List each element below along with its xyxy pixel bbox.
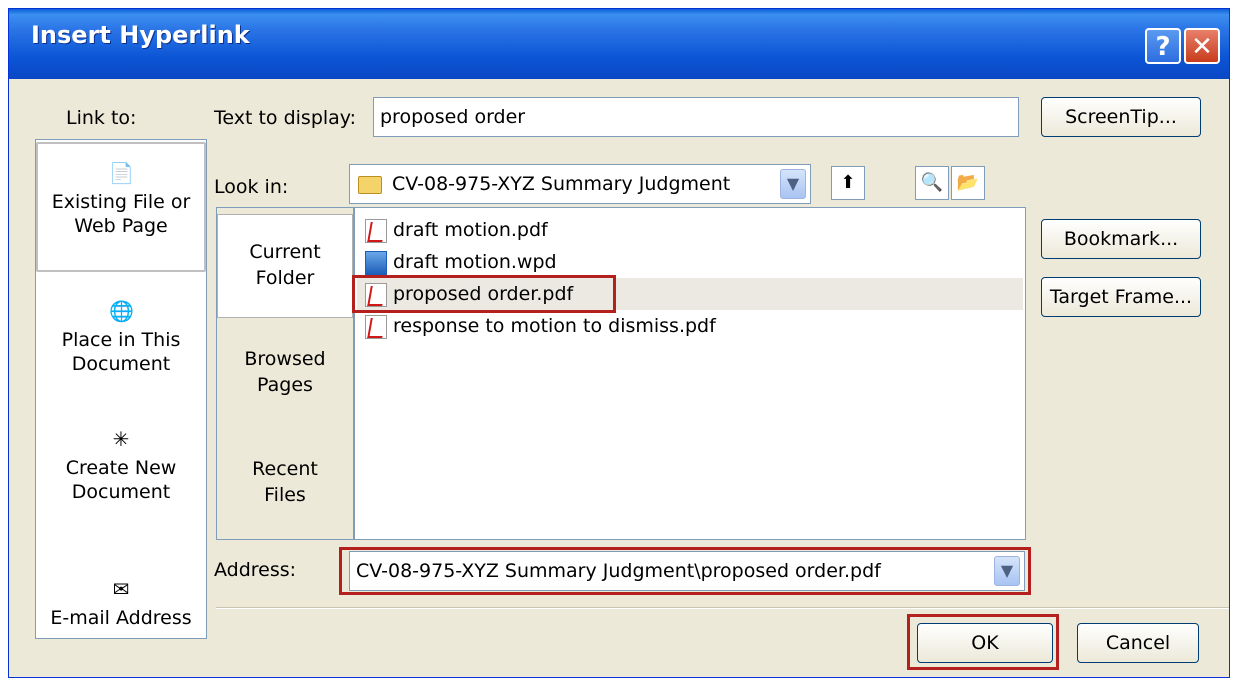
tab-recent-line1: Recent <box>252 458 318 480</box>
tab-recent-files[interactable]: Recent Files <box>217 456 353 508</box>
file-list: draft motion.pdf draft motion.wpd propos… <box>354 207 1026 540</box>
email-icon: ✉ <box>112 577 130 601</box>
folder-tabs: Current Folder Browsed Pages Recent File… <box>216 207 354 540</box>
tab-recent-line2: Files <box>264 484 306 506</box>
folder-icon <box>358 175 382 194</box>
address-label: Address: <box>214 559 297 581</box>
highlight-address <box>339 547 1031 595</box>
target-frame-button[interactable]: Target Frame... <box>1041 277 1201 317</box>
file-name: draft motion.pdf <box>393 219 548 241</box>
file-name: response to motion to dismiss.pdf <box>393 315 716 337</box>
link-existing-file-line1: Existing File or <box>51 191 191 213</box>
insert-hyperlink-dialog: Insert Hyperlink ? ✕ Link to: 📄 Existing… <box>8 8 1230 678</box>
file-row[interactable]: draft motion.pdf <box>357 214 1023 246</box>
highlight-selected-file <box>352 275 616 313</box>
link-email-line1: E-mail Address <box>50 607 192 629</box>
close-button[interactable]: ✕ <box>1184 28 1220 64</box>
file-row[interactable]: draft motion.wpd <box>357 246 1023 278</box>
link-create-line1: Create New <box>65 457 177 479</box>
link-existing-file[interactable]: 📄 Existing File or Web Page <box>36 142 206 272</box>
tab-browsed-line1: Browsed <box>244 348 326 370</box>
link-to-label: Link to: <box>66 107 137 129</box>
browse-web-icon[interactable]: 🔍 <box>915 166 949 200</box>
help-button[interactable]: ? <box>1145 28 1181 64</box>
text-to-display-label: Text to display: <box>214 107 357 129</box>
highlight-ok <box>907 614 1059 670</box>
tab-browsed-line2: Pages <box>257 374 313 396</box>
browse-file-icon[interactable]: 📂 <box>951 166 985 200</box>
bookmark-button[interactable]: Bookmark... <box>1041 219 1201 259</box>
pdf-file-icon <box>365 218 387 243</box>
title-bar: Insert Hyperlink ? ✕ <box>9 9 1229 79</box>
link-create-new-document[interactable]: ✳ Create New Document <box>36 426 206 504</box>
file-name: draft motion.wpd <box>393 251 557 273</box>
screentip-button[interactable]: ScreenTip... <box>1041 97 1201 137</box>
cancel-button[interactable]: Cancel <box>1077 623 1199 663</box>
tab-current-folder[interactable]: Current Folder <box>217 214 353 318</box>
dialog-title: Insert Hyperlink <box>31 21 250 49</box>
new-document-icon: ✳ <box>112 427 130 451</box>
text-to-display-input[interactable]: proposed order <box>373 97 1019 137</box>
link-place-in-document[interactable]: 🌐 Place in This Document <box>36 298 206 376</box>
tab-browsed-pages[interactable]: Browsed Pages <box>217 346 353 398</box>
link-to-bar: 📄 Existing File or Web Page 🌐 Place in T… <box>35 139 207 639</box>
file-row[interactable]: response to motion to dismiss.pdf <box>357 310 1023 342</box>
link-create-line2: Document <box>71 481 171 503</box>
look-in-combo[interactable]: CV-08-975-XYZ Summary Judgment ▼ <box>349 164 811 204</box>
chevron-down-icon[interactable]: ▼ <box>780 169 806 199</box>
tab-current-line1: Current <box>249 241 321 263</box>
pdf-file-icon <box>365 314 387 339</box>
place-in-document-icon: 🌐 <box>109 299 134 323</box>
up-one-folder-icon[interactable]: ⬆ <box>831 166 865 200</box>
tab-current-line2: Folder <box>255 267 315 289</box>
wpd-file-icon <box>365 250 387 275</box>
link-email-address[interactable]: ✉ E-mail Address <box>36 576 206 630</box>
link-place-line2: Document <box>71 353 171 375</box>
look-in-label: Look in: <box>214 176 289 198</box>
divider <box>216 607 1229 609</box>
look-in-value: CV-08-975-XYZ Summary Judgment <box>392 173 731 195</box>
link-existing-file-line2: Web Page <box>74 215 168 237</box>
link-place-line1: Place in This <box>61 329 181 351</box>
existing-file-icon: 📄 <box>109 161 134 185</box>
